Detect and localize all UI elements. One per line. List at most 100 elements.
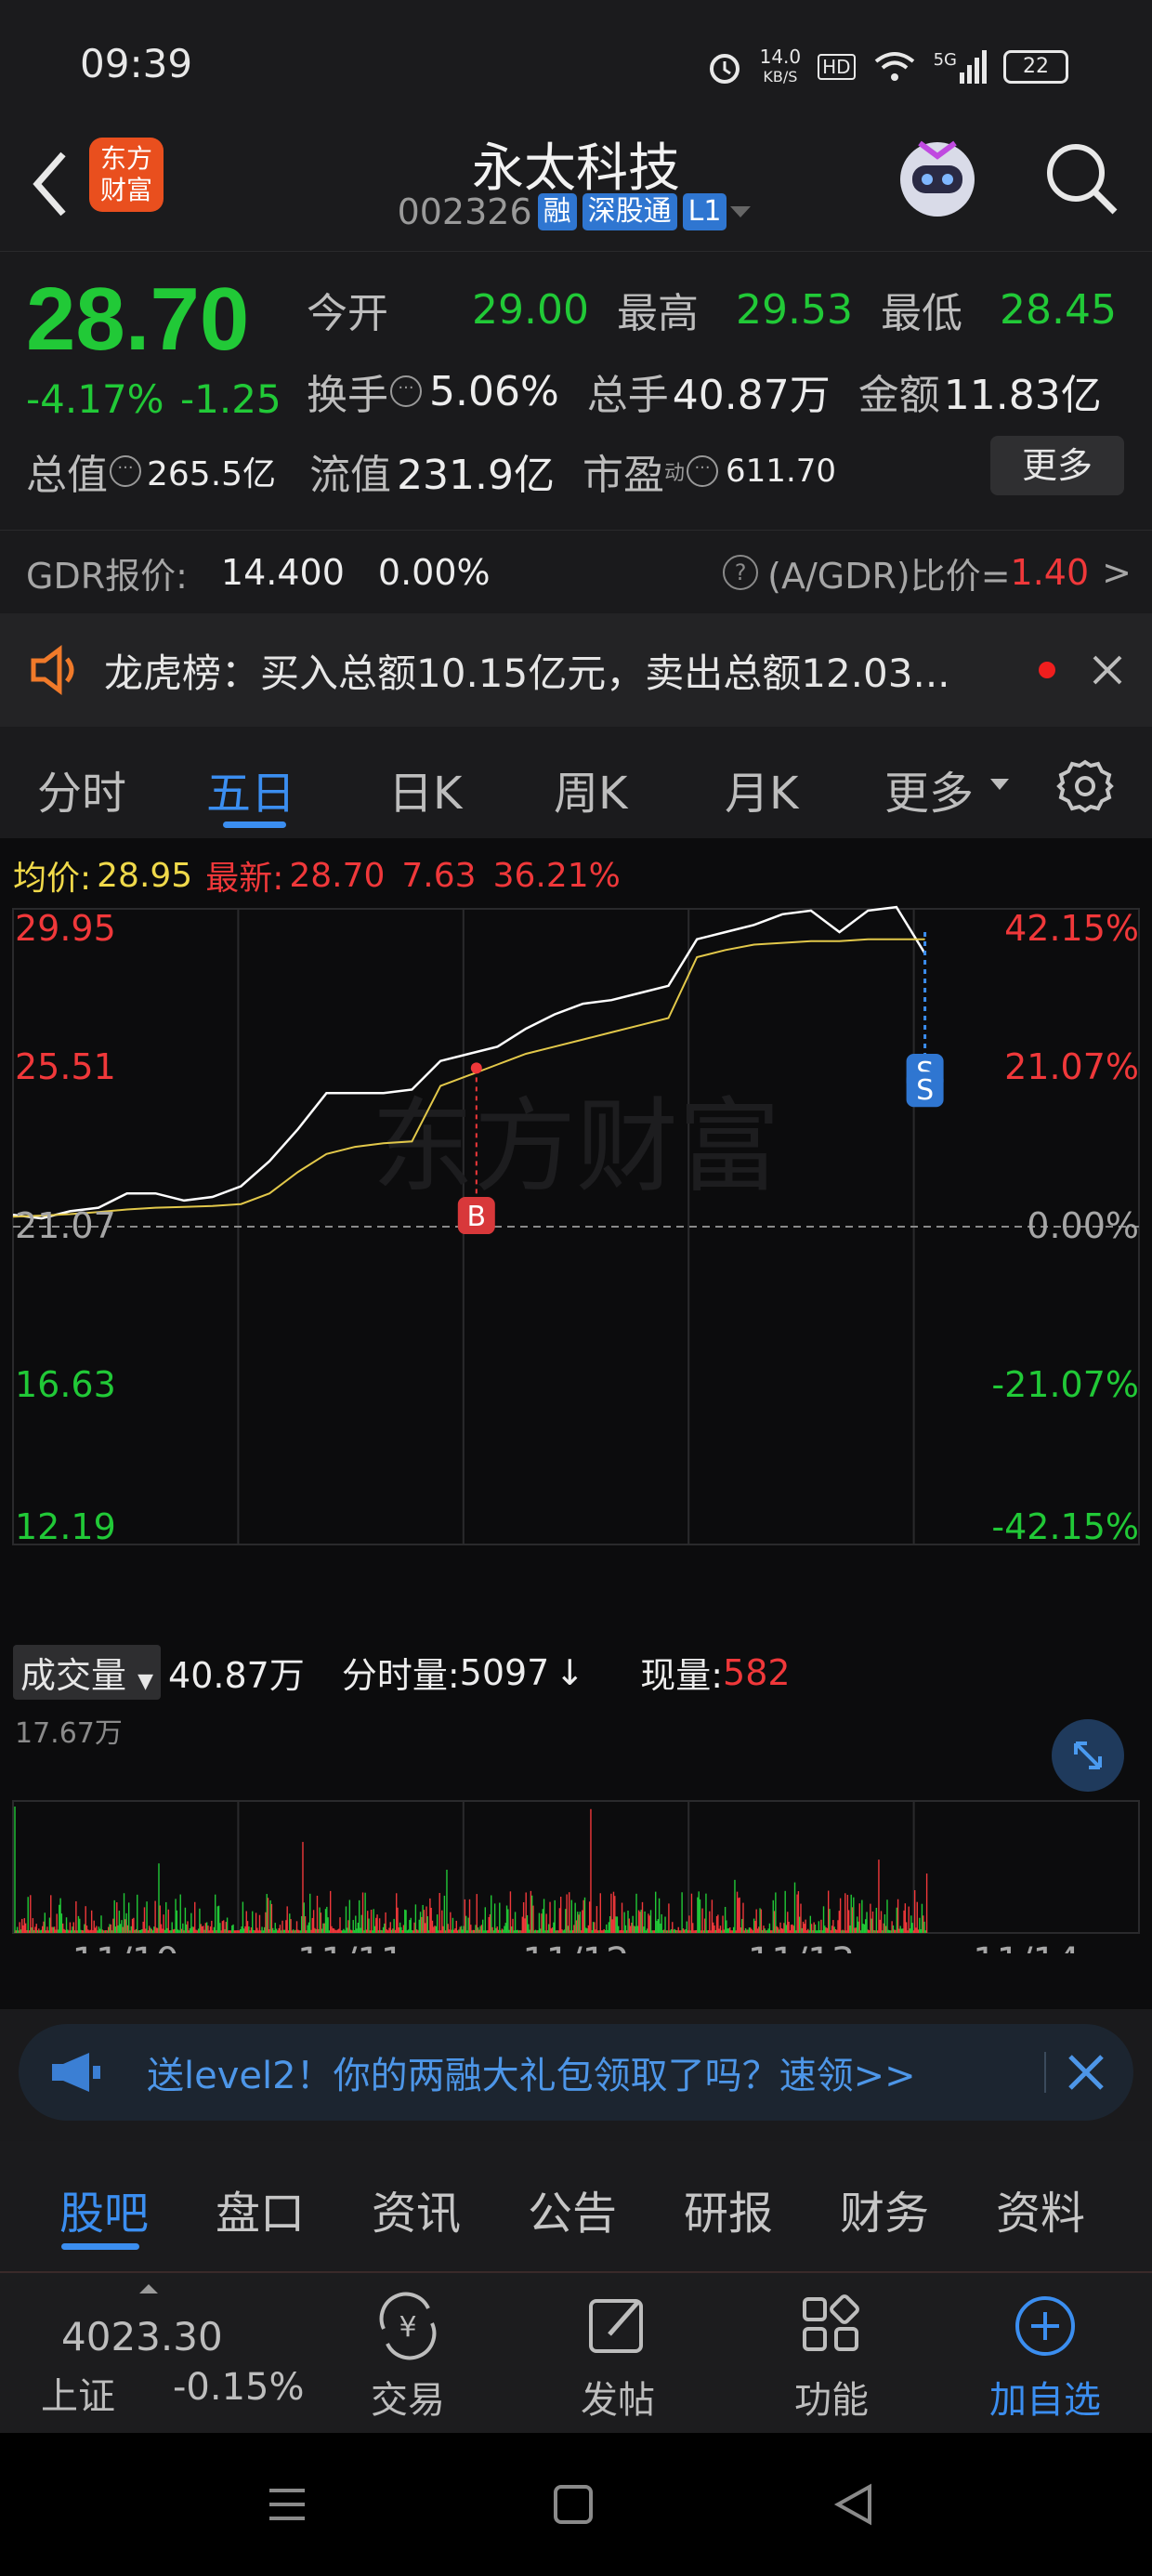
quote-row-3: 总值 ··· 265.5亿 流值 231.9亿 市盈 动 ··· 611.70 [26,441,836,501]
gdr-percent: 0.00% [377,552,491,593]
hd-icon: HD [818,54,856,80]
pe-value: 611.70 [726,453,837,490]
x-tick-label: 11/11 [297,1940,404,1953]
margin-tag: 融 [537,193,577,230]
menu-icon[interactable] [264,2481,310,2528]
float-value: 231.9亿 [397,452,556,499]
signal-icon: 5G [934,50,987,84]
now-volume-label: 现量: [640,1655,724,1696]
float-label: 流值 [309,452,392,499]
dragon-tiger-banner[interactable]: 龙虎榜：买入总额10.15亿元，卖出总额12.03... [0,613,1152,727]
grid-apps-icon [803,2294,859,2351]
low-value: 28.45 [1000,285,1117,334]
tab-intraday[interactable]: 分时 [37,756,126,821]
tab-five-day[interactable]: 五日 [206,756,295,821]
edit-icon [589,2299,643,2353]
volume-value: 40.87万 [672,372,831,419]
fs-volume-label: 分时量: [341,1655,460,1696]
speaker-icon [31,645,74,695]
post-button[interactable]: 发帖 [567,2292,669,2424]
turnover-value: 5.06% [429,367,559,415]
volume-max-label: 17.67万 [15,1717,123,1750]
promo-banner[interactable]: 送level2！你的两融大礼包领取了吗？速领>> [19,2024,1133,2121]
chevron-right-icon: > [1102,552,1132,593]
tab-weekly-k[interactable]: 周K [554,756,627,821]
tab-orderbook[interactable]: 盘口 [216,2176,305,2241]
x-tick-label: 11/10 [72,1940,179,1953]
quote-row-2: 换手 ··· 5.06% 总手 40.87万 金额 11.83亿 [307,361,1133,421]
index-value[interactable]: 4023.30 [61,2314,223,2359]
volume-selector[interactable]: 成交量 ▼ [13,1645,162,1700]
low-label: 最低 [881,290,962,337]
index-name: 上证 [41,2375,115,2418]
plus-circle-icon [1015,2296,1075,2356]
level-tag: L1 [682,193,727,230]
robot-assistant-icon[interactable] [892,134,983,225]
network-speed: 14.0 KB/S [759,46,802,85]
fs-volume-value: 5097 [459,1651,550,1693]
close-icon[interactable] [1067,2053,1106,2092]
add-watchlist-button[interactable]: 加自选 [985,2292,1106,2424]
quote-row-1: 今开 29.00 最高 29.53 最低 28.45 [307,280,1133,339]
mktcap-value: 265.5亿 [147,455,277,493]
functions-label: 功能 [794,2379,869,2422]
wifi-icon [874,52,914,81]
watermark: 东方财富 [372,1087,780,1206]
index-percent: -0.15% [173,2366,305,2409]
y-tick-right: -21.07% [991,1364,1139,1405]
tab-news[interactable]: 资讯 [372,2176,461,2241]
active-tab-indicator [223,821,286,828]
active-tab-indicator [61,2243,139,2250]
expand-icon[interactable] [1052,1719,1124,1792]
x-tick-label: 11/14 [973,1940,1080,1953]
battery-icon: 22 [1003,50,1068,84]
tab-forum[interactable]: 股吧 [59,2176,149,2241]
buy-marker: B [457,1197,495,1235]
tab-finance[interactable]: 财务 [840,2176,929,2241]
info-icon[interactable]: ··· [110,455,141,487]
more-button[interactable]: 更多 [990,436,1124,495]
tab-daily-k[interactable]: 日K [388,756,462,821]
info-icon[interactable]: ··· [687,455,719,487]
bottom-toolbar: 4023.30 上证 -0.15% ¥ 交易 发帖 功能 加自选 [0,2271,1152,2435]
help-icon[interactable]: ? [723,555,759,590]
content-tabs: 股吧 盘口 资讯 公告 研报 财务 资料 [0,2141,1152,2271]
functions-button[interactable]: 功能 [780,2292,883,2424]
tab-monthly-k[interactable]: 月K [725,756,798,821]
y-tick-left: 25.51 [15,1046,116,1087]
buy-marker-text: B [467,1201,487,1233]
trade-button[interactable]: ¥ 交易 [357,2292,459,2424]
change-amount: -1.25 [180,376,281,422]
status-bar: 09:39 14.0 KB/S HD 5G 22 [0,0,1152,130]
dropdown-triangle-icon [730,206,752,217]
home-square-icon[interactable] [550,2481,596,2528]
connect-tag: 深股通 [582,193,677,230]
high-value: 29.53 [736,285,853,334]
stock-header: 东方财富 永太科技 002326 融 深股通 L1 [0,121,1152,251]
tab-more[interactable]: 更多 [884,756,974,821]
megaphone-icon [52,2053,100,2092]
gdr-bar[interactable]: GDR报价: 14.400 0.00% ? (A/GDR)比价= 1.40 > [0,530,1152,614]
settings-gear-icon[interactable] [1055,756,1115,816]
info-icon[interactable]: ··· [390,375,422,407]
search-icon[interactable] [1041,138,1124,221]
close-icon[interactable] [1091,653,1124,687]
period-tabs: 分时 五日 日K 周K 月K 更多 [0,727,1152,838]
pe-label: 市盈 [583,452,665,499]
avg-label: 均价: [13,860,92,898]
chart-change-pct: 36.21% [492,856,621,895]
post-label: 发帖 [581,2379,655,2422]
y-tick-right: -42.15% [991,1506,1139,1547]
high-label: 最高 [617,290,699,337]
y-tick-right: 21.07% [1004,1046,1139,1087]
expand-up-icon[interactable] [139,2284,158,2293]
volume-panel-frame [12,1800,1140,1934]
tab-research[interactable]: 研报 [684,2176,773,2241]
open-label: 今开 [307,290,388,337]
back-triangle-icon[interactable] [831,2481,877,2528]
add-watchlist-label: 加自选 [989,2379,1101,2422]
five-day-chart[interactable]: 均价: 28.95 最新: 28.70 7.63 36.21% 东方财富 BSS… [0,838,1152,2009]
volume-header: 成交量 ▼ 40.87万 分时量: 5097 ↓ 现量: 582 [13,1645,791,1700]
tab-profile[interactable]: 资料 [996,2176,1085,2241]
tab-announcements[interactable]: 公告 [528,2176,617,2241]
